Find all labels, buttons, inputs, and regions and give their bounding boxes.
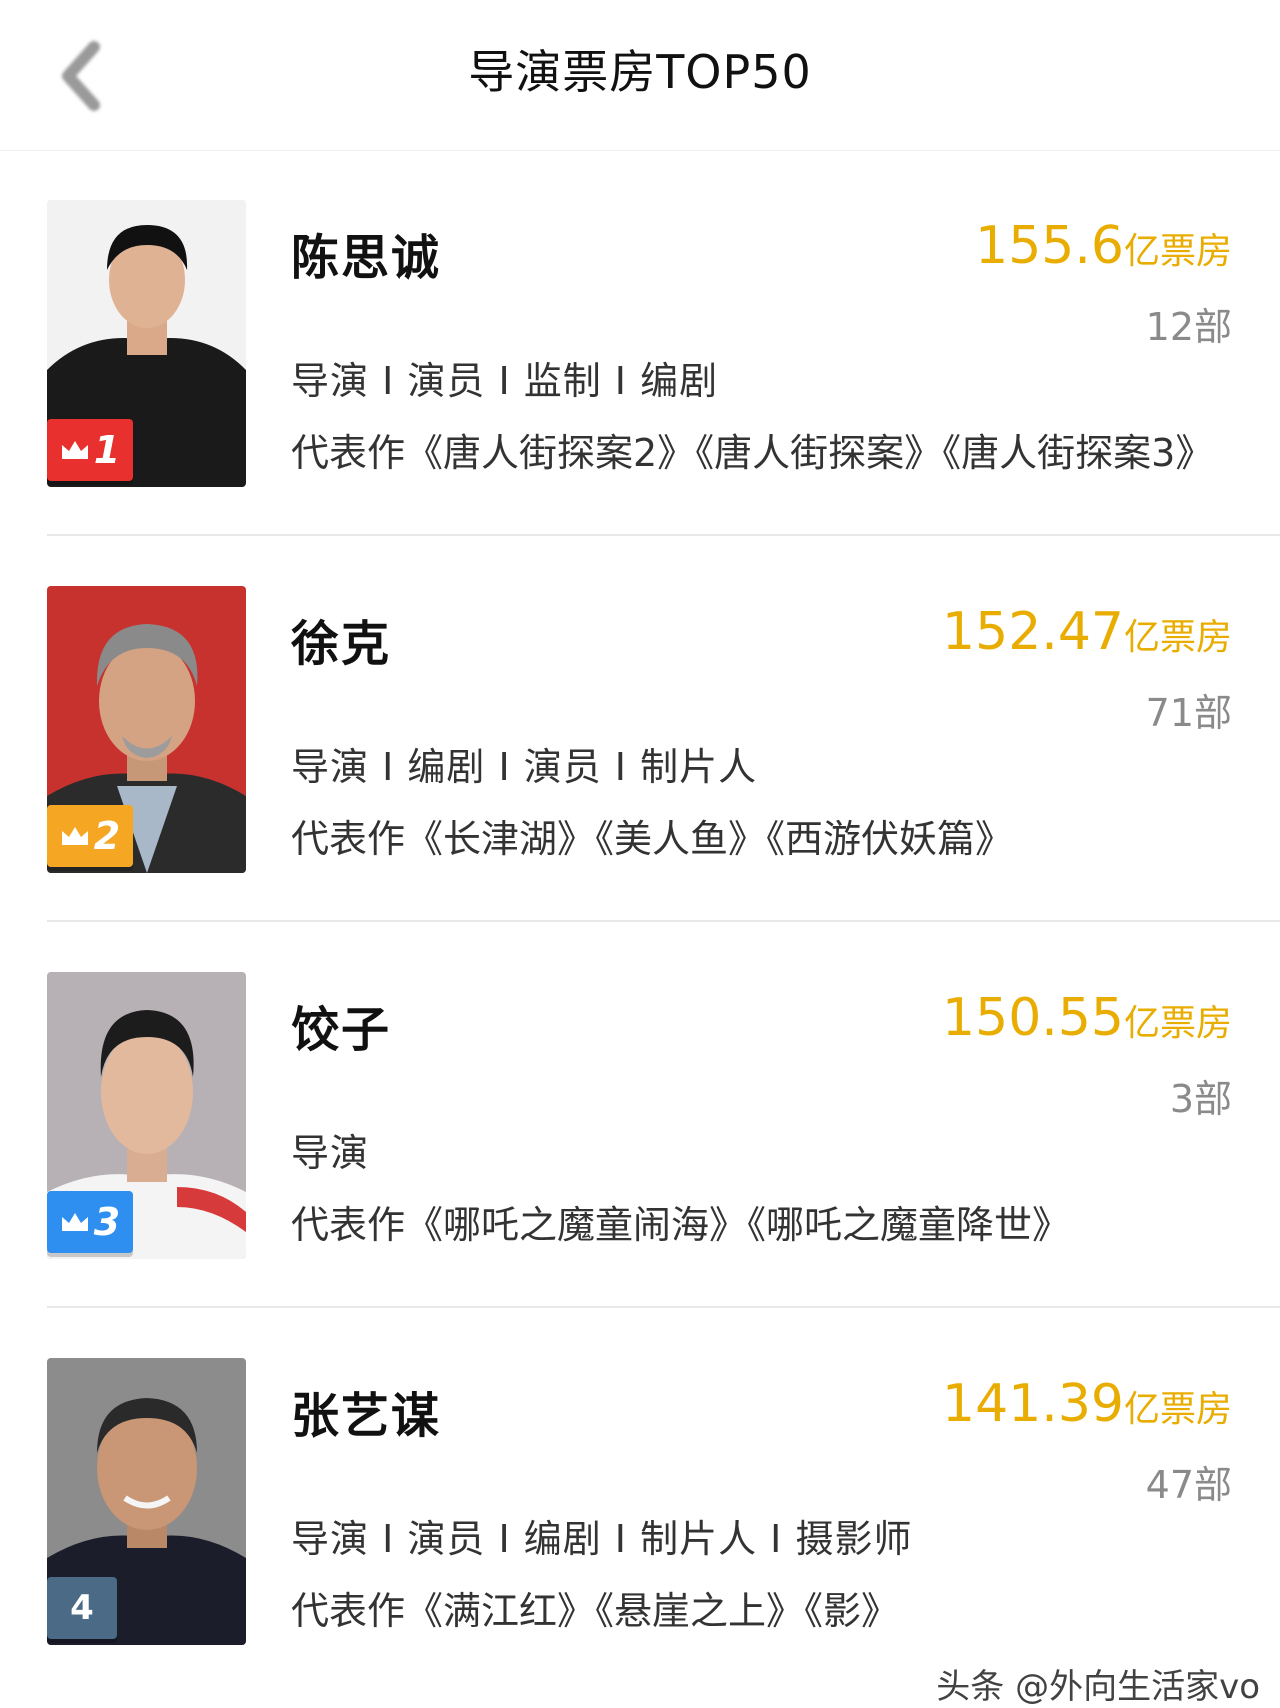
representative-works: 代表作《满江红》《悬崖之上》《影》 <box>291 1589 900 1633</box>
box-office-unit: 亿票房 <box>1123 1003 1232 1044</box>
rank-badge: 4 <box>47 1577 117 1639</box>
crown-icon <box>60 439 90 461</box>
rank-number: 2 <box>93 814 121 858</box>
director-list: 1 陈思诚 155.6亿票房 12部 导演 I 演员 I 监制 I 编剧 代表作… <box>0 150 1280 1707</box>
rank-badge: 3 <box>47 1191 133 1253</box>
representative-works: 代表作《唐人街探案2》《唐人街探案》《唐人街探案3》 <box>291 431 1214 475</box>
director-name: 张艺谋 <box>291 1388 442 1444</box>
box-office-value: 150.55 <box>942 988 1124 1048</box>
header-bar: 导演票房TOP50 <box>0 0 1280 151</box>
rank-number: 1 <box>93 428 121 472</box>
watermark: 头条 @外向生活家vo <box>936 1667 1260 1707</box>
box-office-unit: 亿票房 <box>1123 231 1232 272</box>
box-office-unit: 亿票房 <box>1123 617 1232 658</box>
director-roles: 导演 <box>291 1131 370 1175</box>
box-office-unit: 亿票房 <box>1123 1389 1232 1430</box>
list-item[interactable]: 1 陈思诚 155.6亿票房 12部 导演 I 演员 I 监制 I 编剧 代表作… <box>47 150 1280 536</box>
rank-number: 3 <box>93 1200 121 1244</box>
film-count: 3部 <box>1169 1077 1232 1121</box>
film-count: 47部 <box>1145 1463 1232 1507</box>
director-photo: 4 <box>47 1358 246 1645</box>
box-office: 141.39亿票房 <box>942 1374 1232 1434</box>
box-office-value: 152.47 <box>942 602 1124 662</box>
director-roles: 导演 I 编剧 I 演员 I 制片人 <box>291 745 758 789</box>
rank-badge: 1 <box>47 419 133 481</box>
representative-works: 代表作《哪吒之魔童闹海》《哪吒之魔童降世》 <box>291 1203 1071 1247</box>
director-roles: 导演 I 演员 I 监制 I 编剧 <box>291 359 719 403</box>
box-office: 150.55亿票房 <box>942 988 1232 1048</box>
box-office: 155.6亿票房 <box>975 216 1232 276</box>
director-name: 陈思诚 <box>291 230 442 286</box>
list-item[interactable]: 2 徐克 152.47亿票房 71部 导演 I 编剧 I 演员 I 制片人 代表… <box>47 536 1280 922</box>
list-item[interactable]: 4 张艺谋 141.39亿票房 47部 导演 I 演员 I 编剧 I 制片人 I… <box>47 1308 1280 1707</box>
box-office: 152.47亿票房 <box>942 602 1232 662</box>
director-photo: 1 <box>47 200 246 487</box>
director-name: 徐克 <box>291 616 392 672</box>
rank-badge: 2 <box>47 805 133 867</box>
representative-works: 代表作《长津湖》《美人鱼》《西游伏妖篇》 <box>291 817 1014 861</box>
director-photo: 2 <box>47 586 246 873</box>
rank-number: 4 <box>70 1588 94 1628</box>
box-office-value: 155.6 <box>975 216 1124 276</box>
director-photo: 3 <box>47 972 246 1259</box>
page-title: 导演票房TOP50 <box>468 45 812 99</box>
film-count: 71部 <box>1145 691 1232 735</box>
box-office-value: 141.39 <box>942 1374 1124 1434</box>
director-roles: 导演 I 演员 I 编剧 I 制片人 I 摄影师 <box>291 1517 913 1561</box>
director-name: 饺子 <box>291 1002 392 1058</box>
crown-icon <box>60 1211 90 1233</box>
crown-icon <box>60 825 90 847</box>
list-item[interactable]: 3 饺子 150.55亿票房 3部 导演 代表作《哪吒之魔童闹海》《哪吒之魔童降… <box>47 922 1280 1308</box>
film-count: 12部 <box>1145 305 1232 349</box>
